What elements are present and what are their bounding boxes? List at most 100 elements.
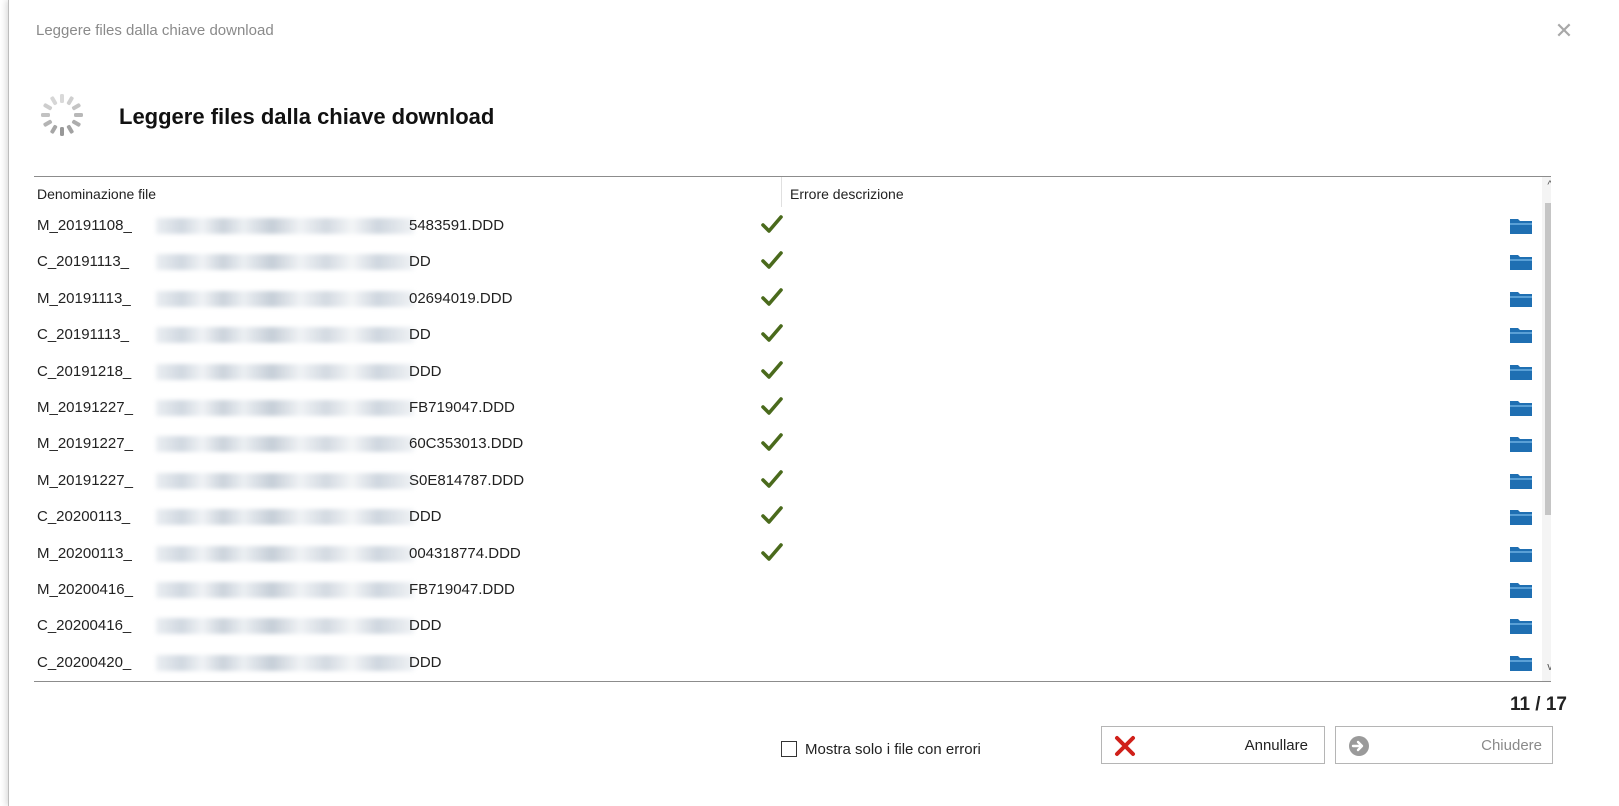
file-name-prefix: M_20191113_ [37, 289, 131, 307]
file-name-prefix: C_20191113_ [37, 326, 130, 344]
file-name-prefix: M_20191227_ [37, 435, 133, 453]
file-name-suffix: 02694019.DDD [409, 289, 513, 307]
column-header-file[interactable]: Denominazione file [37, 186, 156, 202]
scroll-down-icon[interactable]: v [1542, 661, 1551, 675]
redacted-text [156, 290, 414, 307]
file-name-suffix: S0E814787.DDD [409, 471, 525, 489]
file-name-suffix: DD [409, 326, 431, 344]
check-icon [761, 469, 783, 488]
file-name-prefix: C_20191218_ [37, 362, 132, 380]
redacted-text [156, 327, 414, 344]
file-name-suffix: DDD [409, 653, 442, 671]
redacted-text [156, 218, 414, 234]
folder-icon[interactable] [1509, 290, 1533, 308]
table-body: M_20191108_ 5483591.DDD C_20191113_ DD M_201… [34, 207, 1551, 680]
folder-icon[interactable] [1509, 581, 1533, 599]
file-name-suffix: DD [409, 253, 431, 271]
table-row[interactable]: C_20200416_ DDD [34, 607, 1551, 643]
table-row[interactable]: M_20200416_ FB719047.DDD [34, 571, 1551, 607]
errors-only-label: Mostra solo i file con errori [805, 740, 981, 758]
file-name-suffix: DDD [409, 362, 442, 380]
progress-counter: 11 / 17 [1509, 694, 1567, 715]
arrow-right-circle-icon [1349, 736, 1369, 756]
redacted-text [156, 545, 414, 562]
folder-icon[interactable] [1509, 545, 1533, 563]
redacted-text [156, 472, 414, 489]
file-name-prefix: M_20200113_ [37, 544, 132, 562]
file-name-suffix: FB719047.DDD [409, 580, 515, 598]
check-icon [761, 397, 783, 415]
table-row[interactable]: M_20191227_ FB719047.DDD [34, 389, 1551, 425]
folder-icon[interactable] [1509, 399, 1533, 417]
redacted-text [156, 254, 414, 271]
file-name-prefix: C_20200420_ [37, 653, 132, 671]
redacted-text [156, 363, 414, 380]
folder-icon[interactable] [1509, 326, 1533, 344]
folder-icon[interactable] [1509, 508, 1533, 526]
close-icon[interactable]: ✕ [1551, 18, 1577, 44]
check-icon [761, 360, 783, 379]
file-table: Denominazione file Errore descrizione M_… [34, 176, 1551, 682]
redacted-text [156, 654, 414, 671]
file-name-prefix: M_20191108_ [37, 217, 132, 234]
close-button-label: Chiudere [1481, 737, 1542, 754]
file-name-prefix: C_20200113_ [37, 508, 131, 526]
file-name-suffix: 60C353013.DDD [409, 435, 524, 453]
file-name-suffix: DDD [409, 617, 442, 635]
scrollbar-thumb[interactable] [1545, 203, 1551, 515]
folder-icon[interactable] [1509, 654, 1533, 672]
scroll-up-icon[interactable]: ^ [1542, 179, 1551, 193]
redacted-text [156, 618, 414, 635]
errors-only-checkbox[interactable] [781, 741, 797, 757]
table-row[interactable]: C_20191113_ DD [34, 243, 1551, 279]
close-button[interactable]: Chiudere [1335, 726, 1553, 764]
check-icon [761, 324, 783, 342]
check-icon [761, 433, 783, 452]
column-divider[interactable] [781, 177, 782, 207]
vertical-scrollbar[interactable]: ^ v [1542, 177, 1551, 681]
table-row[interactable]: C_20191113_ DD [34, 316, 1551, 352]
table-row[interactable]: C_20200420_ DDD [34, 644, 1551, 680]
table-row[interactable]: M_20191227_ 60C353013.DDD [34, 425, 1551, 461]
redacted-text [156, 509, 414, 526]
folder-icon[interactable] [1509, 253, 1533, 271]
check-icon [761, 287, 783, 306]
window-title: Leggere files dalla chiave download [36, 22, 274, 39]
check-icon [761, 215, 783, 233]
table-header: Denominazione file Errore descrizione [34, 177, 1551, 207]
folder-icon[interactable] [1509, 472, 1533, 490]
spinner-icon [41, 94, 83, 136]
cancel-button[interactable]: Annullare [1101, 726, 1325, 764]
close-x-icon [1115, 736, 1135, 756]
table-row[interactable]: C_20191218_ DDD [34, 353, 1551, 389]
file-name-prefix: C_20191113_ [37, 253, 130, 271]
table-row[interactable]: M_20200113_ 004318774.DDD [34, 535, 1551, 571]
folder-icon[interactable] [1509, 617, 1533, 635]
file-name-suffix: 5483591.DDD [409, 217, 505, 234]
dialog-window: Leggere files dalla chiave download ✕ Le… [8, 0, 1619, 806]
folder-icon[interactable] [1509, 217, 1533, 235]
cancel-button-label: Annullare [1244, 737, 1308, 754]
table-row[interactable]: M_20191113_ 02694019.DDD [34, 280, 1551, 316]
errors-only-filter[interactable]: Mostra solo i file con errori [781, 738, 981, 760]
file-name-suffix: 004318774.DDD [409, 544, 521, 562]
folder-icon[interactable] [1509, 435, 1533, 453]
file-name-suffix: DDD [409, 508, 442, 526]
folder-icon[interactable] [1509, 363, 1533, 381]
page-title: Leggere files dalla chiave download [119, 104, 495, 129]
check-icon [761, 506, 783, 524]
file-name-prefix: M_20191227_ [37, 398, 133, 416]
file-name-prefix: M_20200416_ [37, 580, 133, 598]
file-name-suffix: FB719047.DDD [409, 398, 515, 416]
redacted-text [156, 581, 414, 598]
check-icon [761, 251, 783, 270]
table-row[interactable]: M_20191227_ S0E814787.DDD [34, 462, 1551, 498]
check-icon [761, 542, 783, 561]
table-row[interactable]: M_20191108_ 5483591.DDD [34, 207, 1551, 243]
redacted-text [156, 399, 414, 416]
table-row[interactable]: C_20200113_ DDD [34, 498, 1551, 534]
file-name-prefix: C_20200416_ [37, 617, 132, 635]
redacted-text [156, 436, 414, 453]
file-name-prefix: M_20191227_ [37, 471, 133, 489]
column-header-error[interactable]: Errore descrizione [790, 186, 904, 202]
